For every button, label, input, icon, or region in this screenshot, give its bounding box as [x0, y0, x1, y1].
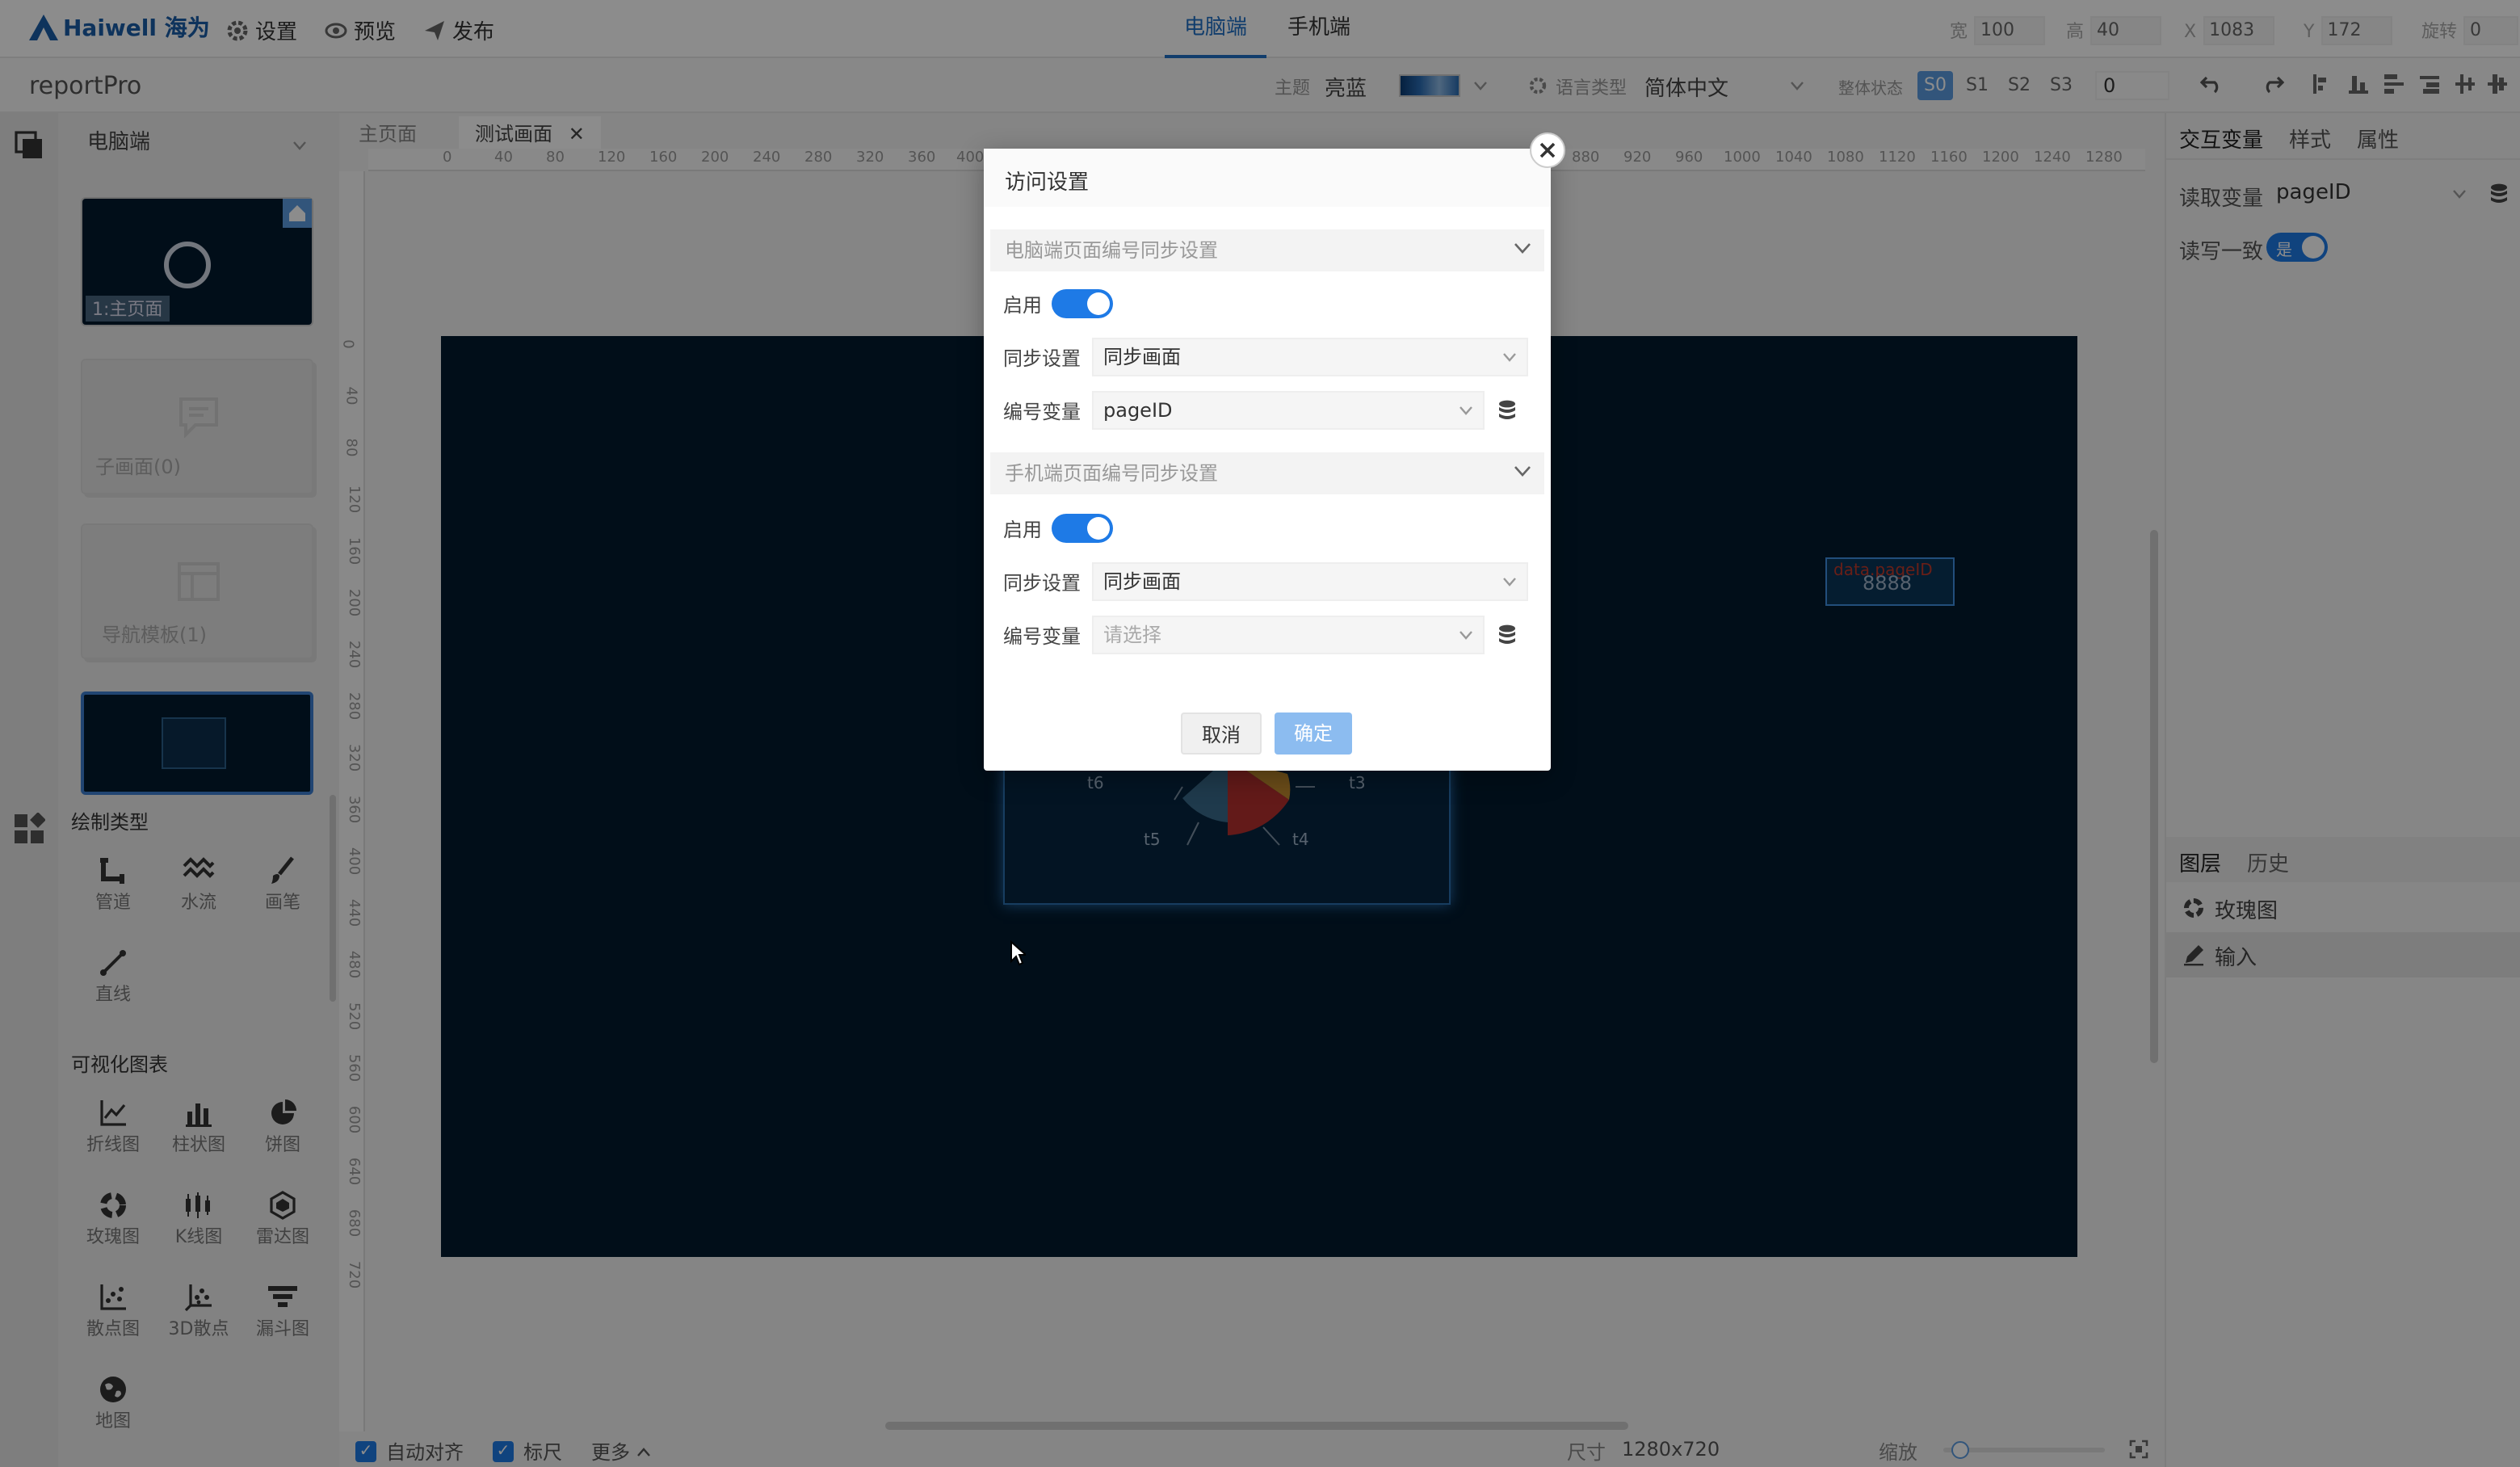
- mobile-enable-toggle[interactable]: [1052, 514, 1113, 543]
- pc-var-select[interactable]: pageID: [1092, 391, 1485, 430]
- chevron-down-icon: [1460, 406, 1472, 415]
- mobile-section-title: 手机端页面编号同步设置: [1005, 462, 1219, 485]
- pc-var-row: 编号变量: [1003, 391, 1081, 430]
- chevron-down-icon: [1514, 243, 1531, 254]
- mobile-sync-select[interactable]: 同步画面: [1092, 562, 1528, 601]
- sync-label: 同步设置: [1003, 571, 1082, 594]
- mobile-var-row: 编号变量: [1003, 616, 1081, 654]
- pc-sync-select[interactable]: 同步画面: [1092, 338, 1528, 376]
- toggle-knob: [1087, 292, 1110, 315]
- pc-sync-value: 同步画面: [1103, 346, 1182, 368]
- chevron-down-icon: [1503, 578, 1516, 586]
- confirm-button[interactable]: 确定: [1275, 712, 1353, 755]
- mobile-sync-value: 同步画面: [1103, 570, 1182, 593]
- enable-label: 启用: [1003, 293, 1043, 316]
- chevron-down-icon: [1503, 353, 1516, 362]
- access-settings-dialog: 访问设置 电脑端页面编号同步设置 启用 同步设置 同步画面 编号变量 pageI…: [984, 149, 1551, 771]
- pc-enable-row: 启用: [1003, 284, 1042, 323]
- enable-label: 启用: [1003, 518, 1043, 540]
- dialog-title: 访问设置: [1005, 171, 1090, 195]
- pc-sync-row: 同步设置: [1003, 338, 1081, 376]
- mobile-enable-row: 启用: [1003, 509, 1042, 548]
- mouse-cursor-icon: [1010, 940, 1026, 966]
- pc-enable-toggle[interactable]: [1052, 289, 1113, 318]
- mobile-var-select[interactable]: 请选择: [1092, 616, 1485, 654]
- mobile-sync-row: 同步设置: [1003, 562, 1081, 601]
- var-label: 编号变量: [1003, 400, 1082, 422]
- pc-section-title: 电脑端页面编号同步设置: [1005, 239, 1219, 262]
- pc-var-value: pageID: [1103, 399, 1173, 422]
- database-icon[interactable]: [1497, 624, 1517, 646]
- toggle-knob: [1087, 517, 1110, 540]
- pc-sync-section-header[interactable]: 电脑端页面编号同步设置: [990, 229, 1544, 271]
- mobile-sync-section-header[interactable]: 手机端页面编号同步设置: [990, 452, 1544, 494]
- chevron-down-icon: [1460, 631, 1472, 640]
- chevron-down-icon: [1514, 466, 1531, 477]
- close-icon: [1539, 142, 1556, 158]
- dialog-close-button[interactable]: [1530, 132, 1565, 168]
- var-label: 编号变量: [1003, 624, 1082, 647]
- cancel-button[interactable]: 取消: [1181, 712, 1262, 755]
- mobile-var-placeholder: 请选择: [1103, 624, 1162, 646]
- sync-label: 同步设置: [1003, 347, 1082, 369]
- database-icon[interactable]: [1497, 399, 1517, 422]
